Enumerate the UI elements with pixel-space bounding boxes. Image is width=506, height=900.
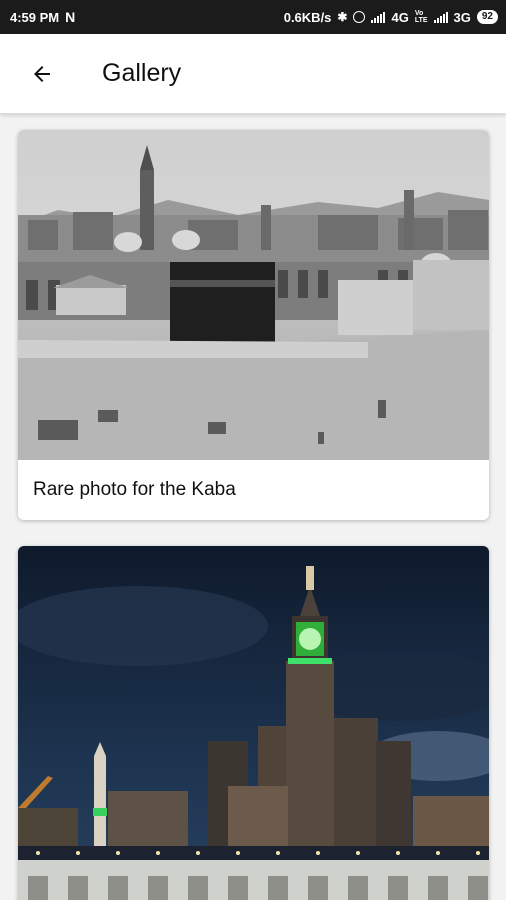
clock-tower-night-image <box>18 546 489 900</box>
volte-line2: LTE <box>414 17 428 24</box>
gallery-list[interactable]: Rare photo for the Kaba <box>0 114 506 900</box>
page-title: Gallery <box>102 59 182 87</box>
back-button[interactable] <box>22 54 62 94</box>
gallery-caption: Rare photo for the Kaba <box>33 479 236 500</box>
signal-icon-2 <box>433 11 448 23</box>
signal-icon <box>371 11 386 23</box>
bluetooth-icon: ✱ <box>337 10 348 24</box>
kaba-old-photo-image <box>18 130 489 460</box>
status-bar-right: 0.6KB/s ✱ 4G Vo LTE 3G 92 <box>284 10 498 25</box>
arrow-back-icon <box>34 65 50 82</box>
volte-icon: Vo LTE <box>415 10 428 24</box>
alarm-icon <box>353 11 366 23</box>
network-speed: 0.6KB/s <box>283 9 332 25</box>
signal-4g-label: 4G <box>391 9 409 25</box>
status-bar: 4:59 PM N 0.6KB/s ✱ 4G Vo LTE 3G 92 <box>0 0 506 34</box>
status-bar-left: 4:59 PM N <box>10 9 75 25</box>
gallery-card[interactable] <box>18 546 489 900</box>
notification-n-icon: N <box>65 9 76 25</box>
status-time: 4:59 PM <box>10 9 60 25</box>
battery-icon: 92 <box>476 10 498 24</box>
signal-3g-label: 3G <box>453 9 471 25</box>
gallery-card[interactable]: Rare photo for the Kaba <box>18 130 489 520</box>
volte-line1: Vo <box>414 10 424 17</box>
app-bar: Gallery <box>0 34 506 114</box>
